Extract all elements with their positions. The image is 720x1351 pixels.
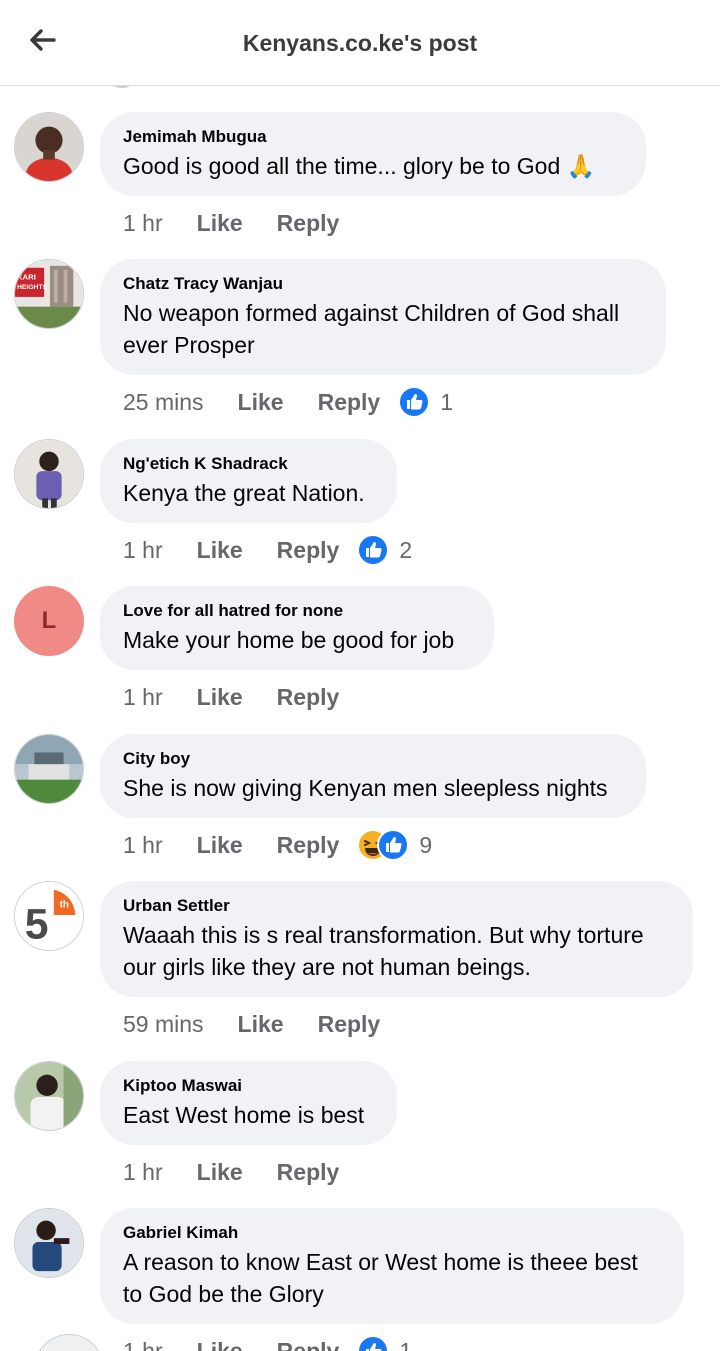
reaction-summary[interactable]: 2 — [357, 534, 412, 566]
reply-button[interactable]: Reply — [277, 832, 340, 859]
avatar[interactable] — [14, 439, 84, 509]
comment-timestamp[interactable]: 25 mins — [123, 389, 204, 416]
comment-author[interactable]: Gabriel Kimah — [123, 1222, 661, 1244]
svg-text:th: th — [60, 899, 69, 910]
avatar[interactable] — [14, 734, 84, 804]
comment-text: East West home is best — [123, 1102, 365, 1128]
avatar[interactable] — [14, 112, 84, 182]
avatar[interactable]: KARI HEIGHTS — [14, 259, 84, 329]
reaction-count: 1 — [440, 388, 454, 415]
comment-text: No weapon formed against Children of God… — [123, 300, 620, 358]
comment-author[interactable]: Kiptoo Maswai — [123, 1075, 374, 1097]
comment-author[interactable]: Urban Settler — [123, 895, 670, 917]
avatar[interactable] — [34, 1334, 104, 1351]
comment-actions: 1 hr Like Reply — [123, 1156, 339, 1188]
comment-timestamp[interactable]: 1 hr — [123, 1159, 163, 1186]
comment-bubble[interactable]: Chatz Tracy Wanjau No weapon formed agai… — [100, 259, 666, 375]
comment-bubble[interactable]: Urban Settler Waaah this is s real trans… — [100, 881, 693, 997]
like-button[interactable]: Like — [197, 684, 243, 711]
comment-bubble[interactable]: Jemimah Mbugua Good is good all the time… — [100, 112, 646, 196]
comment-timestamp[interactable]: 1 hr — [123, 832, 163, 859]
like-button[interactable]: Like — [197, 1338, 243, 1351]
like-button[interactable]: Like — [197, 537, 243, 564]
reaction-summary[interactable]: 1 — [398, 386, 453, 418]
app-header: Kenyans.co.ke's post — [0, 0, 720, 86]
comment-text: She is now giving Kenyan men sleepless n… — [123, 775, 608, 801]
reply-button[interactable]: Reply — [277, 1338, 340, 1351]
reply-button[interactable]: Reply — [277, 684, 340, 711]
comment-bubble[interactable]: Love for all hatred for none Make your h… — [100, 586, 494, 670]
comment-actions: 1 hr Like Reply — [123, 681, 339, 713]
comment-actions: 1 hr Like Reply 9 — [123, 829, 432, 861]
comment-timestamp[interactable]: 1 hr — [123, 1338, 163, 1351]
reply-button[interactable]: Reply — [318, 389, 381, 416]
reaction-count: 2 — [399, 536, 413, 563]
comment-author[interactable]: City boy — [123, 748, 623, 770]
comment-timestamp[interactable]: 1 hr — [123, 684, 163, 711]
like-button[interactable]: Like — [197, 832, 243, 859]
page-title: Kenyans.co.ke's post — [242, 30, 478, 56]
comment-bubble[interactable]: Gabriel Kimah A reason to know East or W… — [100, 1208, 684, 1324]
comment-actions: 1 hr Like Reply — [123, 207, 339, 239]
avatar-logo-text: 5 — [25, 900, 49, 948]
like-button[interactable]: Like — [197, 1159, 243, 1186]
avatar[interactable]: 5 th — [14, 881, 84, 951]
avatar[interactable] — [14, 1208, 84, 1278]
reply-button[interactable]: Reply — [277, 210, 340, 237]
comment-actions: 25 mins Like Reply 1 — [123, 386, 453, 418]
avatar-letter: L — [41, 607, 57, 634]
like-button[interactable]: Like — [197, 210, 243, 237]
comment-timestamp[interactable]: 1 hr — [123, 537, 163, 564]
comment-bubble[interactable]: Kiptoo Maswai East West home is best — [100, 1061, 397, 1145]
reaction-summary[interactable]: 9 — [357, 829, 432, 861]
like-reaction-icon — [377, 829, 410, 861]
comment-text: Make your home be good for job — [123, 627, 455, 653]
svg-text:HEIGHTS: HEIGHTS — [17, 284, 48, 291]
reaction-count: 9 — [419, 831, 433, 858]
comment-author[interactable]: Chatz Tracy Wanjau — [123, 273, 643, 295]
avatar[interactable] — [14, 1061, 84, 1131]
like-reaction-icon — [357, 534, 390, 566]
comment-text: Waaah this is s real transformation. But… — [123, 922, 644, 980]
comment-actions: 59 mins Like Reply — [123, 1008, 380, 1040]
comment-text: A reason to know East or West home is th… — [123, 1249, 638, 1307]
reply-button[interactable]: Reply — [277, 1159, 340, 1186]
comment-actions: 1 hr Like Reply 2 — [123, 534, 412, 566]
like-button[interactable]: Like — [238, 1011, 284, 1038]
comment-text: Good is good all the time... glory be to… — [123, 153, 596, 179]
comment-author[interactable]: Ng'etich K Shadrack — [123, 453, 374, 475]
comment-author[interactable]: Jemimah Mbugua — [123, 126, 623, 148]
comment-text: Kenya the great Nation. — [123, 480, 365, 506]
reply-button[interactable]: Reply — [277, 537, 340, 564]
avatar[interactable]: L — [14, 586, 84, 656]
reaction-count: 1 — [399, 1337, 413, 1351]
comment-bubble[interactable]: Ng'etich K Shadrack Kenya the great Nati… — [100, 439, 397, 523]
reply-button[interactable]: Reply — [318, 1011, 381, 1038]
comment-timestamp[interactable]: 59 mins — [123, 1011, 204, 1038]
comment-author[interactable]: Love for all hatred for none — [123, 600, 471, 622]
comment-bubble[interactable]: City boy She is now giving Kenyan men sl… — [100, 734, 646, 818]
like-button[interactable]: Like — [238, 389, 284, 416]
like-reaction-icon — [398, 386, 431, 418]
comment-timestamp[interactable]: 1 hr — [123, 210, 163, 237]
avatar-image-text: KARI — [17, 272, 36, 281]
reaction-summary[interactable]: 1 — [357, 1335, 412, 1351]
partial-comment-actions: 1 hr Like Reply 1 — [0, 1332, 720, 1351]
like-reaction-icon — [357, 1335, 390, 1351]
